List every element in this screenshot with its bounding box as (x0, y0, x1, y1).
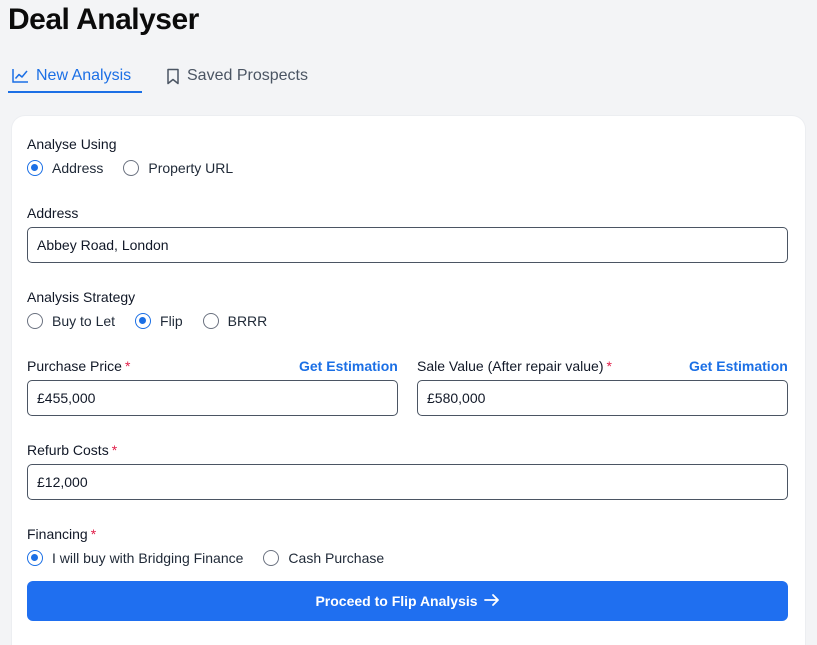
address-label: Address (27, 205, 79, 221)
radio-indicator (123, 160, 140, 176)
radio-label: BRRR (227, 313, 268, 329)
tab-label: Saved Prospects (187, 67, 308, 84)
radio-brrr[interactable]: BRRR (202, 313, 268, 329)
purchase-price-label: Purchase Price * (27, 358, 130, 374)
radio-indicator-selected (135, 313, 152, 329)
sale-value-input[interactable]: £580,000 (417, 380, 788, 416)
tab-new-analysis[interactable]: New Analysis (8, 60, 142, 93)
required-marker: * (90, 526, 97, 542)
purchase-price-label-text: Purchase Price (27, 358, 122, 374)
radio-flip[interactable]: Flip (135, 313, 183, 329)
analyse-using-label: Analyse Using (27, 136, 117, 152)
page-title: Deal Analyser (8, 3, 199, 36)
strategy-label: Analysis Strategy (27, 289, 136, 305)
required-marker: * (111, 442, 118, 458)
button-label: Proceed to Flip Analysis (315, 593, 478, 609)
tab-saved-prospects[interactable]: Saved Prospects (162, 60, 312, 92)
financing-label-text: Financing (27, 526, 88, 542)
bookmark-icon (166, 68, 180, 85)
refurb-costs-label-text: Refurb Costs (27, 442, 109, 458)
purchase-price-input[interactable]: £455,000 (27, 380, 398, 416)
financing-label: Financing * (27, 526, 96, 542)
refurb-costs-label: Refurb Costs * (27, 442, 117, 458)
radio-label: Buy to Let (52, 313, 116, 329)
radio-label: Property URL (148, 160, 234, 176)
sale-value-value: £580,000 (427, 390, 486, 406)
refurb-costs-input[interactable]: £12,000 (27, 464, 788, 500)
radio-cash-purchase[interactable]: Cash Purchase (263, 550, 384, 566)
address-input[interactable]: Abbey Road, London (27, 227, 788, 263)
radio-label: Address (52, 160, 104, 176)
radio-buy-to-let[interactable]: Buy to Let (27, 313, 115, 329)
address-value: Abbey Road, London (37, 237, 169, 253)
radio-label: I will buy with Bridging Finance (52, 550, 244, 566)
required-marker: * (124, 358, 131, 374)
line-chart-icon (12, 68, 29, 83)
radio-indicator-selected (27, 550, 43, 566)
sale-value-label-text: Sale Value (After repair value) (417, 358, 604, 374)
radio-label: Flip (160, 313, 183, 329)
required-marker: * (606, 358, 612, 374)
sale-value-get-estimation-link[interactable]: Get Estimation (689, 358, 788, 374)
analysis-form-card: Analyse Using Address Property URL Addre… (11, 115, 806, 645)
purchase-price-get-estimation-link[interactable]: Get Estimation (299, 358, 398, 374)
proceed-to-flip-analysis-button[interactable]: Proceed to Flip Analysis (27, 581, 788, 621)
radio-label: Cash Purchase (288, 550, 385, 566)
arrow-right-icon (483, 593, 500, 610)
tab-label: New Analysis (36, 66, 132, 84)
radio-indicator (202, 313, 219, 329)
radio-indicator-selected (27, 160, 43, 176)
strategy-radio-group: Buy to Let Flip BRRR (27, 313, 287, 329)
radio-address[interactable]: Address (27, 160, 103, 176)
radio-indicator (27, 313, 43, 329)
sale-value-label: Sale Value (After repair value) * (417, 358, 612, 374)
tab-bar: New Analysis Saved Prospects (8, 60, 312, 94)
radio-indicator (263, 550, 280, 566)
financing-radio-group: I will buy with Bridging Finance Cash Pu… (27, 550, 404, 566)
purchase-price-value: £455,000 (37, 390, 96, 406)
refurb-costs-value: £12,000 (37, 474, 88, 490)
analyse-using-radio-group: Address Property URL (27, 160, 253, 176)
radio-bridging-finance[interactable]: I will buy with Bridging Finance (27, 550, 243, 566)
radio-property-url[interactable]: Property URL (123, 160, 233, 176)
